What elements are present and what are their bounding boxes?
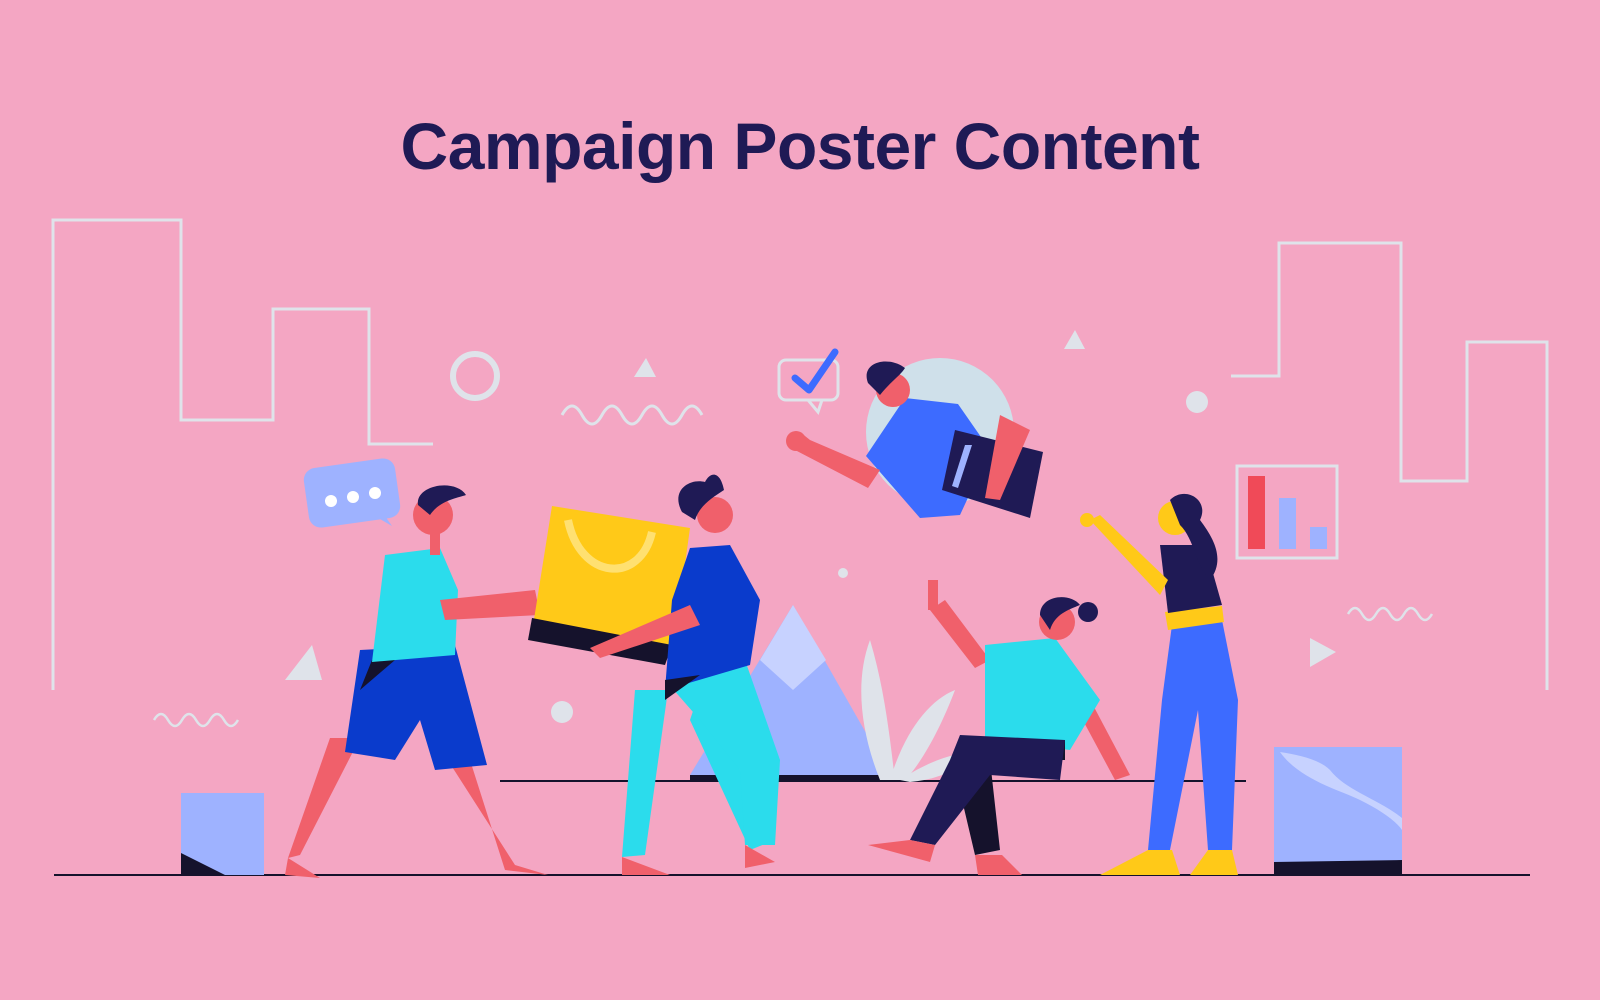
box-right (1274, 747, 1402, 875)
triangle-shape (634, 358, 656, 377)
dot-shape (1186, 391, 1208, 413)
squiggle-shape (560, 404, 704, 426)
triangle-shape (1310, 638, 1336, 667)
ring-shape (450, 351, 500, 401)
speech-bubble-dots-icon (303, 458, 401, 528)
squiggle-shape (152, 712, 240, 728)
bar-chart-frame-icon (1235, 464, 1339, 560)
triangle-shape (1064, 330, 1085, 349)
squiggle-shape (1346, 606, 1434, 622)
person-floating-clipboard (786, 358, 1043, 518)
skyline-left (51, 218, 433, 690)
person-standing-pointing (1080, 493, 1238, 875)
speech-bubble-check-icon (777, 348, 840, 416)
dot-shape (551, 701, 573, 723)
triangle-shape (285, 645, 322, 680)
box-left (181, 793, 264, 875)
person-seated (868, 580, 1130, 875)
person-left-carrying (285, 485, 548, 878)
dot-shape (838, 568, 848, 578)
illustration-scene (51, 218, 1549, 878)
poster: Campaign Poster Content (0, 0, 1600, 1000)
